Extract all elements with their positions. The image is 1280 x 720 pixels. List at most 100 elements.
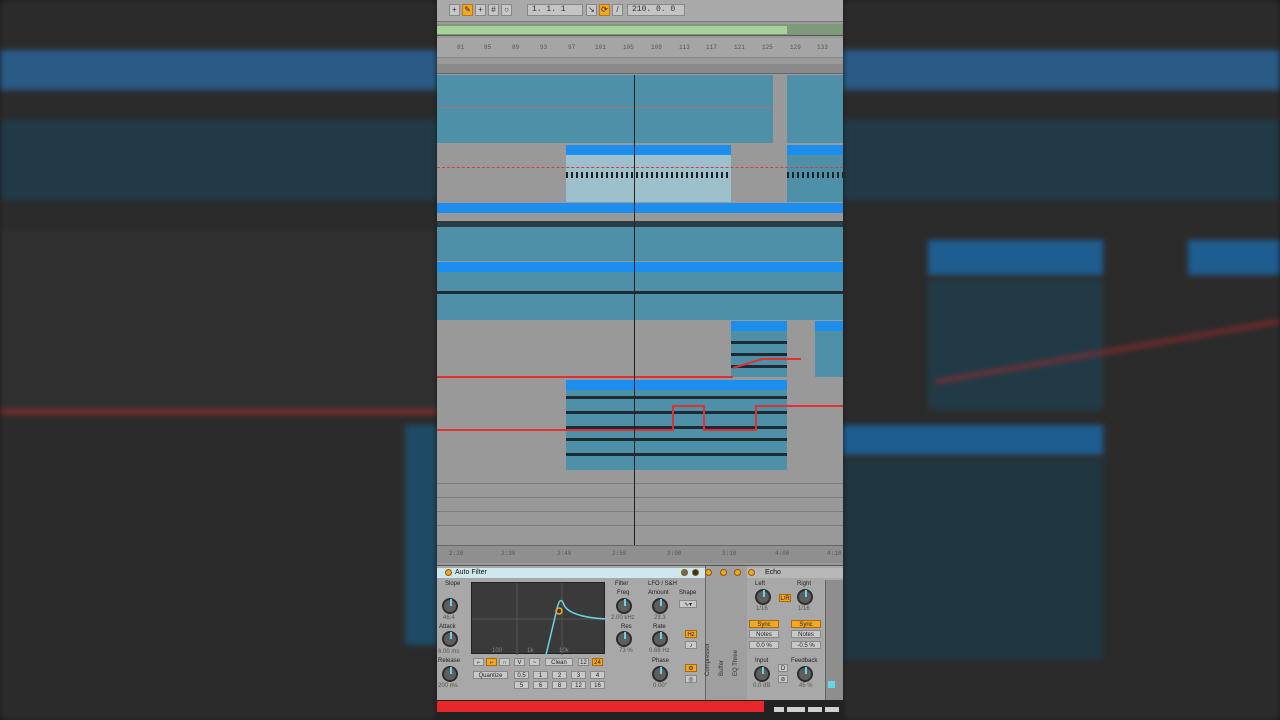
- playhead[interactable]: [634, 75, 635, 545]
- quantize-value[interactable]: 12: [571, 681, 586, 689]
- automation-line[interactable]: [672, 405, 704, 407]
- filter-mode-dropdown[interactable]: Clean: [545, 658, 573, 666]
- device-save-icon[interactable]: [692, 569, 699, 576]
- audio-clip[interactable]: [437, 272, 843, 320]
- echo-feedback-knob[interactable]: [797, 666, 813, 682]
- filter-type-highpass[interactable]: ⌐: [486, 658, 497, 666]
- lane-divider: [437, 483, 843, 484]
- time-ruler[interactable]: 2:20 2:30 2:40 2:50 3:00 3:10 4:00 4:10: [437, 545, 843, 563]
- freq-knob[interactable]: [616, 598, 632, 614]
- arrangement-view[interactable]: [437, 75, 843, 545]
- buffer-label[interactable]: Buffer: [719, 660, 725, 676]
- midi-clip[interactable]: [815, 331, 843, 377]
- compressor-power-icon[interactable]: [705, 569, 712, 576]
- lfo-rate-knob[interactable]: [652, 631, 668, 647]
- filter-type-lowpass[interactable]: ⌐: [473, 658, 484, 666]
- spin-mode-button[interactable]: ◎: [685, 675, 697, 683]
- quantize-value[interactable]: 0.5: [514, 671, 529, 679]
- quantize-value[interactable]: 3: [571, 671, 586, 679]
- echo-offset-left[interactable]: 0.0 %: [749, 641, 779, 649]
- quantize-value[interactable]: 4: [590, 671, 605, 679]
- echo-sync-right[interactable]: Sync: [791, 620, 821, 628]
- echo-power-icon[interactable]: [748, 569, 755, 576]
- clip-header[interactable]: [566, 145, 731, 155]
- release-knob[interactable]: [442, 666, 458, 682]
- auto-filter-power-icon[interactable]: [445, 569, 452, 576]
- lfo-shape-dropdown[interactable]: ∿▾: [679, 600, 697, 608]
- res-knob[interactable]: [616, 631, 632, 647]
- filter-type-bandpass[interactable]: ∩: [499, 658, 510, 666]
- plus-icon[interactable]: +: [475, 4, 486, 16]
- echo-scroll-indicator[interactable]: [828, 681, 835, 688]
- echo-mode-right[interactable]: Notes: [791, 630, 821, 638]
- beat-ruler[interactable]: 81 85 89 93 97 101 105 109 113 117 121 1…: [437, 38, 843, 58]
- echo-right-knob[interactable]: [797, 589, 813, 605]
- clip-header[interactable]: [815, 321, 843, 331]
- automation-line[interactable]: [755, 405, 843, 407]
- arrangement-overview[interactable]: [437, 24, 843, 36]
- selected-midi-clip[interactable]: [566, 155, 731, 202]
- audio-clip[interactable]: [437, 75, 773, 143]
- loop-icon[interactable]: ⟳: [599, 4, 610, 16]
- clip-header[interactable]: [437, 262, 843, 272]
- automation-step[interactable]: [755, 405, 757, 431]
- overview-selection[interactable]: [437, 26, 787, 34]
- loop-brace-strip[interactable]: [437, 64, 843, 74]
- automation-line[interactable]: [703, 429, 755, 431]
- quantize-value[interactable]: 5: [514, 681, 529, 689]
- grid-icon[interactable]: #: [488, 4, 499, 16]
- echo-input-knob[interactable]: [754, 666, 770, 682]
- quantize-value[interactable]: 8: [552, 681, 567, 689]
- echo-left-knob[interactable]: [755, 589, 771, 605]
- curve-icon[interactable]: ↘: [586, 4, 597, 16]
- midi-clip[interactable]: [787, 155, 843, 202]
- end-position-field[interactable]: 210. 0. 0: [627, 4, 685, 16]
- clip-header[interactable]: [731, 321, 787, 331]
- automation-line[interactable]: [761, 358, 801, 360]
- echo-offset-right[interactable]: -0.5 %: [791, 641, 821, 649]
- filter-response-display[interactable]: [471, 582, 607, 656]
- device-menu-icon[interactable]: [681, 569, 688, 576]
- audio-clip[interactable]: [437, 221, 843, 261]
- automation-line[interactable]: [437, 429, 672, 431]
- slope-12-button[interactable]: 12: [578, 658, 589, 666]
- echo-title[interactable]: Echo: [747, 568, 843, 578]
- echo-gate-button[interactable]: ⊘: [778, 675, 788, 683]
- attack-knob[interactable]: [442, 631, 458, 647]
- eq-three-power-icon[interactable]: [734, 569, 741, 576]
- compressor-label[interactable]: Compressor: [705, 643, 711, 676]
- eq-three-label[interactable]: EQ Three: [733, 650, 739, 676]
- automation-line[interactable]: [437, 376, 733, 378]
- quantize-value[interactable]: 2: [552, 671, 567, 679]
- slope-24-button[interactable]: 24: [592, 658, 603, 666]
- audio-clip[interactable]: [787, 75, 843, 143]
- automation-step[interactable]: [672, 405, 674, 431]
- slope-knob[interactable]: [442, 598, 458, 614]
- echo-link-button[interactable]: L/R: [779, 594, 791, 602]
- rate-hz-button[interactable]: Hz: [685, 630, 697, 638]
- echo-clip-button[interactable]: D: [778, 664, 788, 672]
- lfo-phase-knob[interactable]: [652, 666, 668, 682]
- quantize-value[interactable]: 1: [533, 671, 548, 679]
- record-icon[interactable]: ○: [501, 4, 512, 16]
- draw-mode-icon[interactable]: ✎: [462, 4, 473, 16]
- quantize-value[interactable]: 6: [533, 681, 548, 689]
- filter-type-morph[interactable]: ~: [529, 658, 540, 666]
- clip-header[interactable]: [437, 203, 843, 213]
- clip-header[interactable]: [566, 380, 787, 390]
- automation-step[interactable]: [703, 405, 705, 431]
- echo-sync-left[interactable]: Sync: [749, 620, 779, 628]
- clip-header[interactable]: [787, 145, 843, 155]
- position-field[interactable]: 1. 1. 1: [527, 4, 583, 16]
- phase-mode-button[interactable]: ⚙: [685, 664, 697, 672]
- rate-sync-button[interactable]: ♪: [685, 641, 697, 649]
- quantize-button[interactable]: Quantize: [473, 671, 508, 679]
- auto-filter-title[interactable]: Auto Filter: [437, 568, 705, 578]
- lfo-amount-knob[interactable]: [652, 598, 668, 614]
- quantize-value[interactable]: 16: [590, 681, 605, 689]
- pencil-icon[interactable]: /: [612, 4, 623, 16]
- add-icon[interactable]: +: [449, 4, 460, 16]
- buffer-power-icon[interactable]: [720, 569, 727, 576]
- filter-type-notch[interactable]: V: [514, 658, 525, 666]
- echo-mode-left[interactable]: Notes: [749, 630, 779, 638]
